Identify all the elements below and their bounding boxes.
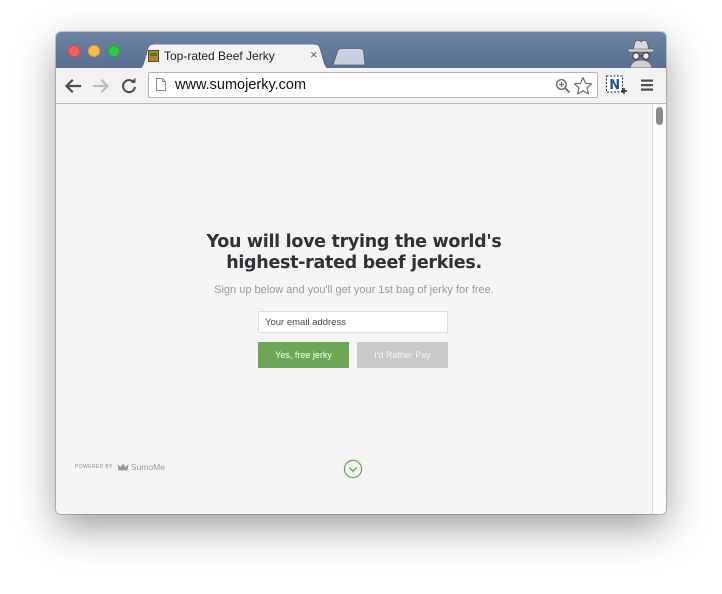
jerky-favicon-icon bbox=[148, 50, 159, 62]
page-content: You will love trying the world's highest… bbox=[56, 104, 652, 514]
page-headline: You will love trying the world's highest… bbox=[56, 232, 652, 274]
powered-by-label: POWERED BY bbox=[75, 464, 113, 470]
reload-icon bbox=[122, 77, 137, 94]
headline-line-2: highest-rated beef jerkies. bbox=[226, 253, 482, 273]
free-jerky-button[interactable]: Yes, free jerky bbox=[258, 342, 349, 368]
new-tab-button[interactable] bbox=[332, 48, 366, 66]
maximize-window-button[interactable] bbox=[108, 45, 120, 57]
page-icon bbox=[156, 78, 166, 91]
title-bar: Top-rated Beef Jerky × bbox=[56, 32, 666, 70]
address-bar[interactable]: www.sumojerky.com bbox=[148, 72, 598, 98]
extension-n-icon[interactable]: N bbox=[605, 74, 629, 98]
tab-title: Top-rated Beef Jerky bbox=[164, 49, 275, 63]
forward-arrow-icon bbox=[92, 78, 110, 94]
reload-button[interactable] bbox=[119, 76, 139, 96]
browser-toolbar: www.sumojerky.com N bbox=[56, 68, 666, 104]
headline-line-1: You will love trying the world's bbox=[206, 232, 502, 252]
close-window-button[interactable] bbox=[68, 45, 80, 57]
powered-by-sumome-link[interactable]: POWERED BY SumoMe bbox=[75, 462, 165, 472]
back-arrow-icon bbox=[64, 78, 82, 94]
extension-label: N bbox=[609, 78, 620, 93]
url-text: www.sumojerky.com bbox=[175, 77, 307, 93]
browser-window: Top-rated Beef Jerky × www.sumojerky.com… bbox=[56, 32, 666, 514]
tab-close-icon[interactable]: × bbox=[310, 48, 318, 62]
chevron-down-circle-icon[interactable] bbox=[343, 459, 363, 479]
scrollbar-thumb[interactable] bbox=[656, 107, 663, 125]
back-button[interactable] bbox=[63, 76, 83, 96]
zoom-icon[interactable] bbox=[555, 78, 571, 94]
sumome-brand: SumoMe bbox=[130, 462, 165, 472]
vertical-scrollbar[interactable] bbox=[652, 104, 666, 514]
hamburger-menu-icon[interactable] bbox=[640, 78, 654, 92]
crown-icon bbox=[117, 463, 129, 471]
page-subtext: Sign up below and you'll get your 1st ba… bbox=[214, 284, 494, 296]
email-field[interactable] bbox=[258, 311, 448, 333]
star-icon[interactable] bbox=[573, 76, 593, 96]
incognito-icon bbox=[627, 39, 655, 68]
forward-button[interactable] bbox=[91, 76, 111, 96]
minimize-window-button[interactable] bbox=[88, 45, 100, 57]
rather-pay-button[interactable]: I'd Rather Pay bbox=[357, 342, 448, 368]
